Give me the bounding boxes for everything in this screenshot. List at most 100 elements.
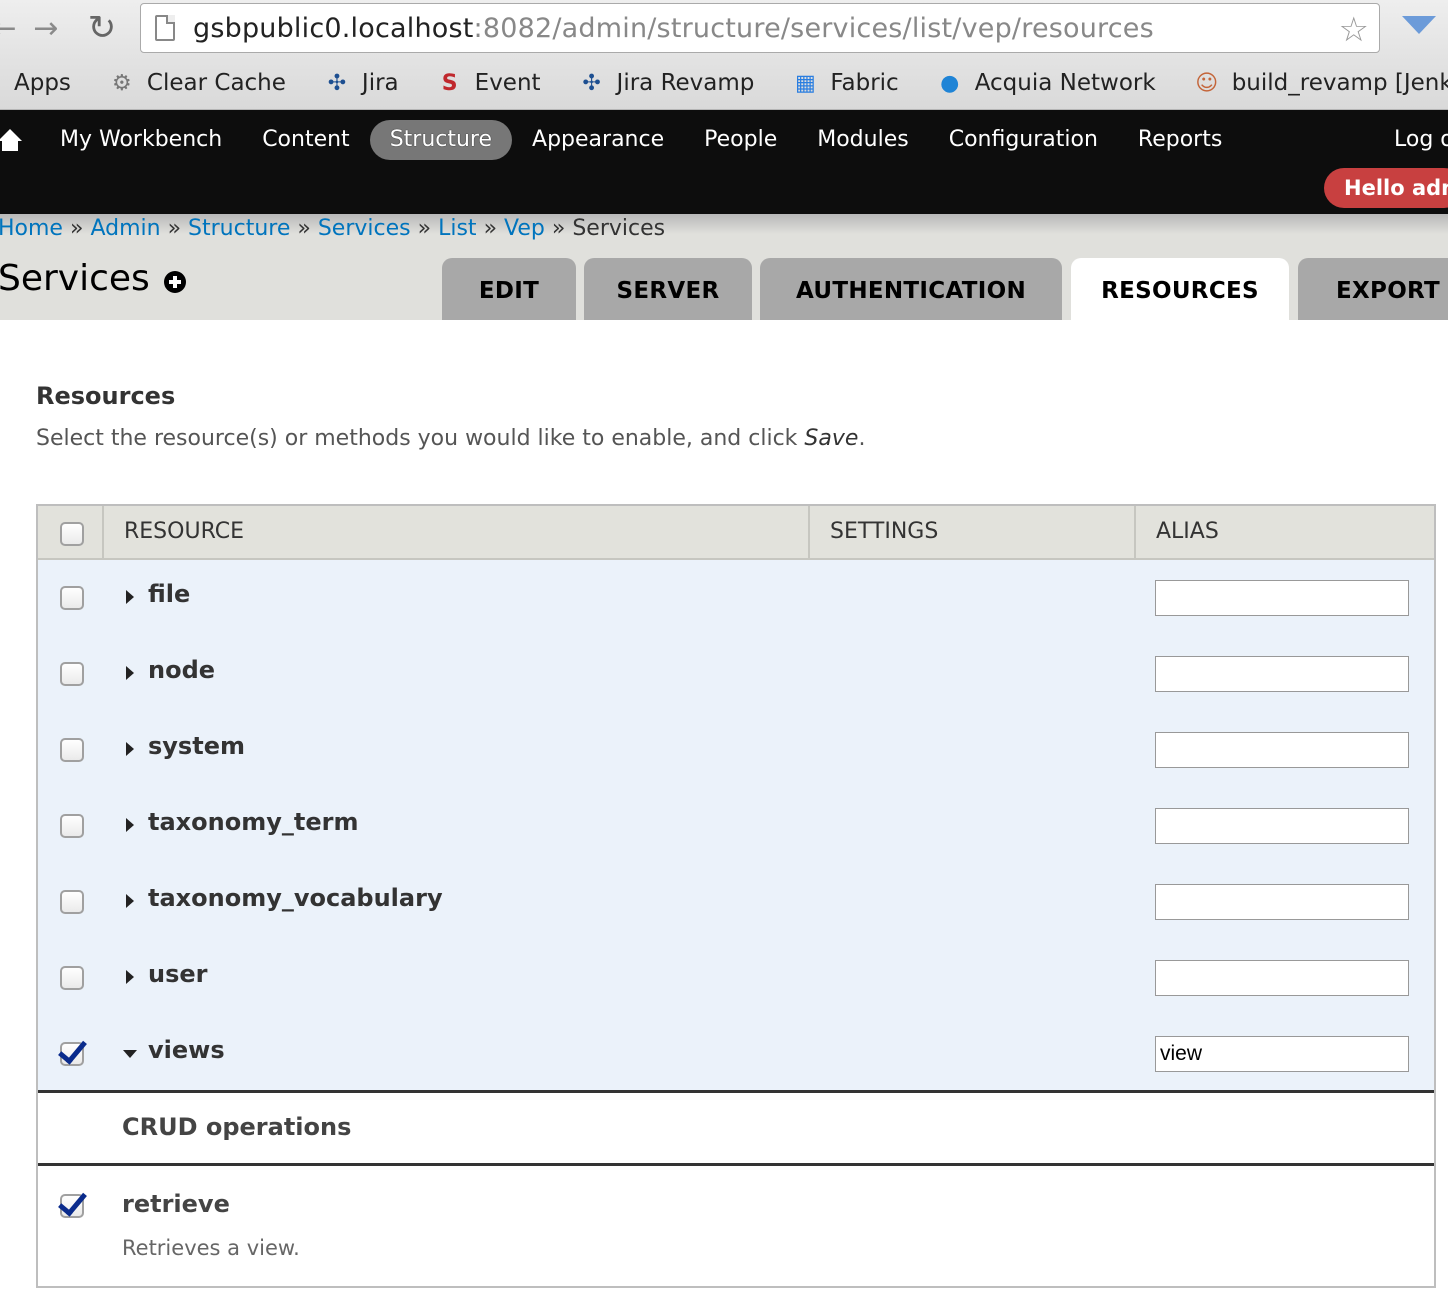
crud-operations-header: CRUD operations — [38, 1090, 1434, 1166]
table-body: file node system taxonomy_term taxonomy_voca… — [38, 560, 1434, 1090]
resource-name[interactable]: taxonomy_vocabulary — [148, 884, 443, 912]
select-all-checkbox[interactable] — [60, 522, 84, 546]
bookmark-event[interactable]: S Event — [437, 70, 541, 96]
resource-name[interactable]: file — [148, 580, 190, 608]
resource-checkbox-system[interactable] — [60, 738, 84, 762]
expand-triangle-icon[interactable] — [126, 590, 134, 604]
breadcrumb-separator: » — [483, 216, 498, 241]
alias-input-file[interactable] — [1155, 580, 1409, 616]
section-title: Resources — [36, 382, 176, 410]
bookmark-clear-cache[interactable]: ⚙ Clear Cache — [109, 70, 286, 96]
expand-triangle-icon[interactable] — [126, 970, 134, 984]
header-settings: SETTINGS — [830, 519, 939, 544]
alias-input-system[interactable] — [1155, 732, 1409, 768]
resource-checkbox-taxonomy_vocabulary[interactable] — [60, 890, 84, 914]
breadcrumb-link-home[interactable]: Home — [0, 216, 63, 241]
acquia-drop-icon: ● — [940, 70, 960, 96]
breadcrumb: Home» Admin» Structure» Services» List» Vep» S… — [0, 216, 665, 241]
resource-checkbox-file[interactable] — [60, 586, 84, 610]
table-row: node — [38, 636, 1434, 712]
jira-icon: ✣ — [582, 70, 601, 96]
forward-button[interactable]: → — [26, 8, 66, 48]
toolbar-item-modules[interactable]: Modules — [797, 120, 928, 160]
alias-input-user[interactable] — [1155, 960, 1409, 996]
home-icon[interactable] — [0, 120, 40, 160]
alias-input-taxonomy_vocabulary[interactable] — [1155, 884, 1409, 920]
tab-edit[interactable]: EDIT — [442, 258, 576, 320]
chrome-menu-icon[interactable] — [1402, 16, 1436, 34]
back-button[interactable]: ← — [0, 8, 24, 48]
retrieve-checkbox[interactable] — [60, 1194, 84, 1218]
tab-server[interactable]: SERVER — [584, 258, 752, 320]
page-header: Home» Admin» Structure» Services» List» Vep» S… — [0, 214, 1448, 320]
expand-triangle-icon[interactable] — [126, 666, 134, 680]
alias-input-node[interactable] — [1155, 656, 1409, 692]
forward-arrow-icon: → — [33, 10, 59, 46]
resource-checkbox-views[interactable] — [60, 1042, 84, 1066]
toolbar-item-content[interactable]: Content — [242, 120, 370, 160]
bookmark-star-icon[interactable]: ☆ — [1339, 10, 1369, 50]
toolbar-item-people[interactable]: People — [684, 120, 797, 160]
breadcrumb-separator: » — [297, 216, 311, 241]
header-resource[interactable]: RESOURCE — [124, 506, 244, 558]
resource-checkbox-user[interactable] — [60, 966, 84, 990]
breadcrumb-link-structure[interactable]: Structure — [188, 216, 290, 241]
expand-triangle-icon[interactable] — [126, 818, 134, 832]
toolbar-item-my-workbench[interactable]: My Workbench — [40, 120, 242, 160]
reload-button[interactable]: ↻ — [82, 8, 122, 48]
expand-triangle-icon[interactable] — [126, 742, 134, 756]
table-row: system — [38, 712, 1434, 788]
table-header: RESOURCE SETTINGS ALIAS — [38, 506, 1434, 560]
toolbar-item-appearance[interactable]: Appearance — [512, 120, 684, 160]
alias-input-taxonomy_term[interactable] — [1155, 808, 1409, 844]
tab-authentication[interactable]: AUTHENTICATION — [760, 258, 1062, 320]
bookmark-fabric[interactable]: ▦ Fabric — [792, 70, 899, 96]
toolbar-item-configuration[interactable]: Configuration — [929, 120, 1118, 160]
bookmark-jira[interactable]: ✣ Jira — [324, 70, 399, 96]
breadcrumb-link-admin[interactable]: Admin — [90, 216, 160, 241]
breadcrumb-separator: » — [417, 216, 432, 241]
breadcrumb-link-vep[interactable]: Vep — [504, 216, 545, 241]
breadcrumb-separator: » — [69, 216, 84, 241]
resource-name[interactable]: system — [148, 732, 245, 760]
resource-name[interactable]: node — [148, 656, 215, 684]
collapse-triangle-icon[interactable] — [123, 1050, 137, 1058]
back-arrow-icon: ← — [0, 11, 17, 46]
table-row: views — [38, 1016, 1434, 1092]
alias-input-views[interactable] — [1155, 1036, 1409, 1072]
resource-name[interactable]: user — [148, 960, 207, 988]
tab-resources[interactable]: RESOURCES — [1071, 258, 1289, 320]
toolbar-item-structure[interactable]: Structure — [369, 120, 513, 160]
bookmark-label: Jira — [361, 70, 399, 96]
url-text[interactable]: gsbpublic0.localhost:8082/admin/structur… — [193, 13, 1154, 44]
bookmark-jira-revamp[interactable]: ✣ Jira Revamp — [579, 70, 754, 96]
table-row: taxonomy_vocabulary — [38, 864, 1434, 940]
browser-chrome: ← → ↻ gsbpublic0.localhost:8082/admin/st… — [0, 0, 1448, 110]
header-alias: ALIAS — [1156, 519, 1219, 544]
retrieve-label: retrieve — [122, 1190, 230, 1218]
bookmark-build-revamp-jenkin[interactable]: ☺ build_revamp [Jenkin — [1194, 70, 1448, 96]
bookmark-acquia-network[interactable]: ● Acquia Network — [937, 70, 1156, 96]
breadcrumb-link-list[interactable]: List — [438, 216, 476, 241]
expand-triangle-icon[interactable] — [126, 894, 134, 908]
tab-export[interactable]: EXPORT — [1298, 258, 1448, 320]
resource-name[interactable]: views — [148, 1036, 225, 1064]
breadcrumb-link-services[interactable]: Services — [318, 216, 411, 241]
crud-operations-title: CRUD operations — [122, 1113, 352, 1141]
bookmark-label: Acquia Network — [974, 70, 1156, 96]
resource-checkbox-node[interactable] — [60, 662, 84, 686]
address-bar[interactable]: gsbpublic0.localhost:8082/admin/structur… — [140, 3, 1380, 53]
stanford-s-icon: S — [441, 70, 458, 96]
fabric-icon: ▦ — [794, 70, 816, 96]
bookmark-label: Apps — [14, 70, 71, 96]
resource-name[interactable]: taxonomy_term — [148, 808, 358, 836]
jenkins-icon: ☺ — [1195, 70, 1219, 96]
crud-operation-row: retrieve Retrieves a view. — [38, 1166, 1434, 1286]
resource-checkbox-taxonomy_term[interactable] — [60, 814, 84, 838]
toolbar-item-reports[interactable]: Reports — [1118, 120, 1242, 160]
bookmark-label: Event — [474, 70, 541, 96]
add-shortcut-icon[interactable] — [164, 271, 186, 293]
hello-user-badge[interactable]: Hello adm — [1324, 168, 1448, 208]
bookmark-apps[interactable]: Apps — [14, 70, 71, 96]
logout-link[interactable]: Log o — [1394, 120, 1448, 160]
